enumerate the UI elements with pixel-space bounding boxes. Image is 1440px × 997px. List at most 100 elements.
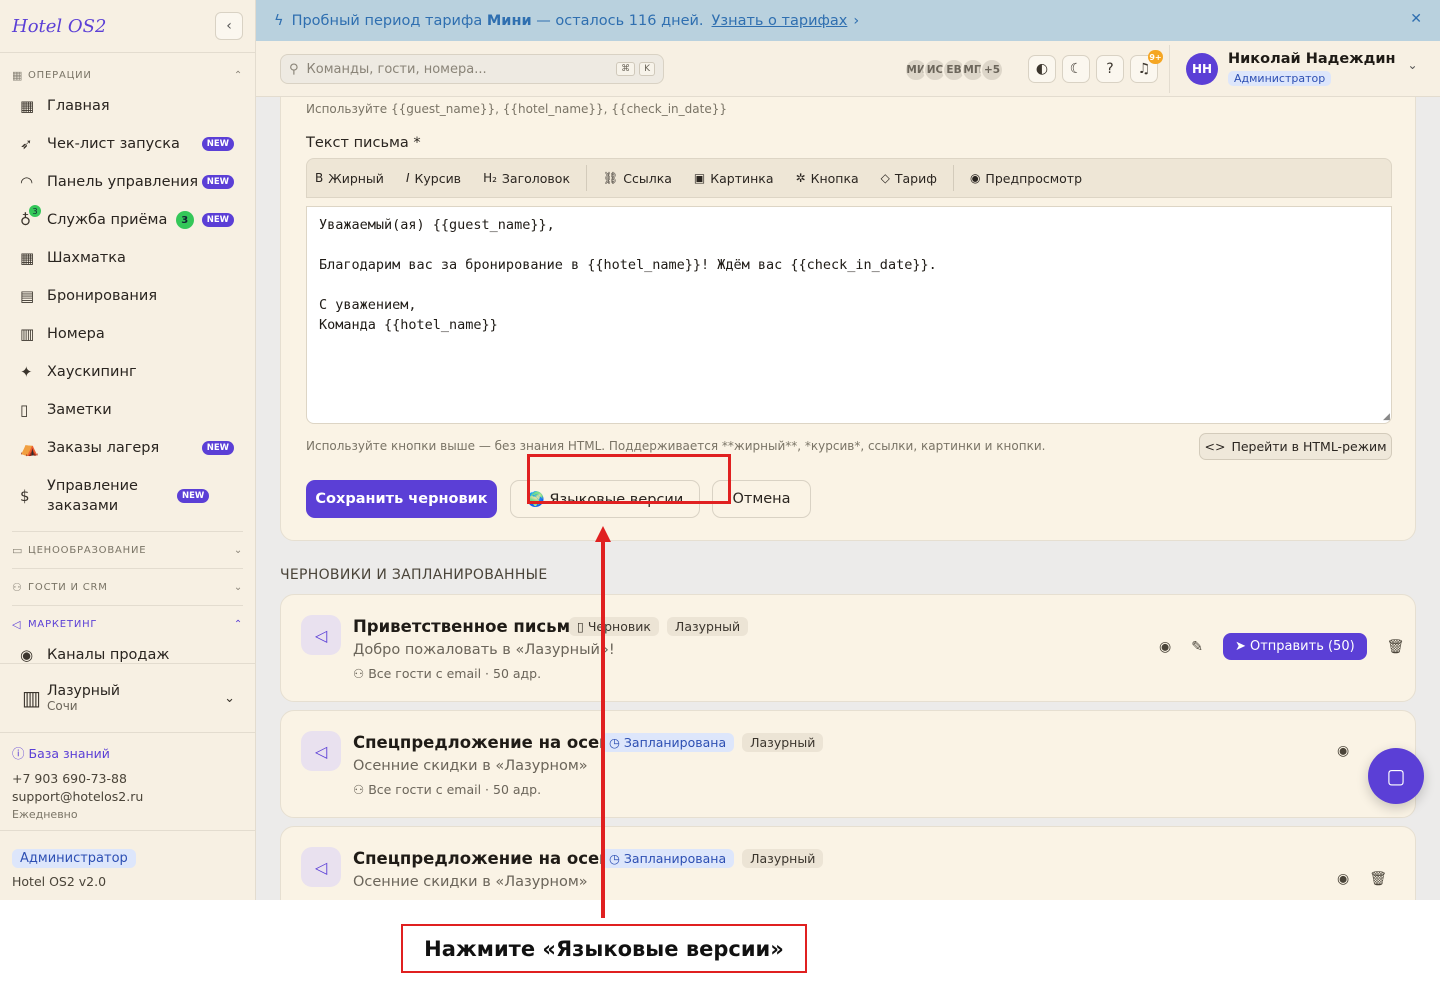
sidebar-item-front-desk[interactable]: ♁ 3 Служба приёма 3 NEW [12, 201, 243, 239]
editor-toolbar: B Жирный I Курсив H₂ Заголовок ⛓ Ссылка ▣ Кар… [306, 158, 1392, 198]
heading-button[interactable]: H₂ Заголовок [483, 171, 570, 186]
sidebar-item-chessboard[interactable]: ▦ Шахматка [12, 239, 243, 277]
sidebar-item-sales-channels[interactable]: ◉ Каналы продаж [12, 636, 243, 663]
group-marketing[interactable]: ◁ МАРКЕТИНГ ⌃ [12, 612, 243, 636]
sidebar-item-order-management[interactable]: $ Управление заказами NEW [12, 467, 243, 525]
tent-icon: ⛺ [20, 439, 39, 457]
image-button[interactable]: ▣ Картинка [694, 171, 774, 186]
send-button[interactable]: ➤ Отправить (50) [1222, 633, 1367, 660]
status-badge: ◷ Запланирована [601, 733, 735, 752]
group-label: ГОСТИ И CRM [28, 581, 108, 593]
campaign-tags: ◷ Запланирована Лазурный [601, 849, 831, 868]
command-search[interactable]: ⚲ Команды, гости, номера... ⌘ K [280, 54, 664, 84]
eye-icon[interactable]: ◉ [1337, 871, 1349, 887]
sidebar-item-launch-checklist[interactable]: ➶ Чек-лист запуска NEW [12, 125, 243, 163]
support-email[interactable]: support@hotelos2.ru [12, 788, 243, 806]
preview-button[interactable]: ◉ Предпросмотр [970, 171, 1082, 186]
eye-icon: ◉ [969, 171, 981, 185]
sidebar-item-label: Номера [47, 326, 105, 342]
tariff-button[interactable]: ◇ Тариф [881, 171, 937, 186]
theme-toggle-button[interactable]: ☾ [1062, 55, 1090, 83]
chevron-up-icon: ⌃ [233, 618, 243, 630]
link-icon: ⛓ [603, 171, 619, 185]
cta-button-tool[interactable]: ✲ Кнопка [796, 171, 859, 186]
campaign-title: Спецпредложение на осень [353, 849, 622, 868]
user-menu[interactable]: НН Николай Надеждин Администратор ⌄ [1186, 51, 1418, 86]
campaign-title: Приветственное письмо [353, 617, 582, 636]
trial-banner: ϟ Пробный период тарифа Мини — осталось … [256, 0, 1440, 41]
sidebar-item-home[interactable]: ▦ Главная [12, 87, 243, 125]
email-body-textarea[interactable]: Уважаемый(ая) {{guest_name}}, Благодарим… [306, 206, 1392, 424]
front-desk-mini-count: 3 [29, 205, 41, 217]
sidebar-nav: ▦ ОПЕРАЦИИ ⌃ ▦ Главная ➶ Чек-лист запуск… [0, 53, 255, 664]
divider [1169, 45, 1170, 93]
bold-button[interactable]: B Жирный [315, 171, 384, 186]
close-icon[interactable]: ✕ [1410, 11, 1422, 27]
divider [586, 165, 587, 191]
eye-icon[interactable]: ◉ [1159, 639, 1171, 655]
eye-icon[interactable]: ◉ [1337, 743, 1349, 759]
pricing-link[interactable]: Узнать о тарифах [712, 13, 848, 29]
sidebar-item-housekeeping[interactable]: ✦ Хаускипинг [12, 353, 243, 391]
palette-icon: ◐ [1035, 61, 1049, 77]
support-hours: Ежедневно [12, 808, 78, 821]
palette-button[interactable]: ◐ [1028, 55, 1056, 83]
chat-button[interactable]: ▢ [1368, 748, 1424, 804]
variables-hint: Используйте {{guest_name}}, {{hotel_name… [306, 102, 727, 116]
html-mode-button[interactable]: <> Перейти в HTML-режим [1199, 433, 1392, 460]
italic-button[interactable]: I Курсив [406, 171, 461, 186]
tool-label: Ссылка [623, 170, 672, 186]
tool-label: Курсив [414, 170, 462, 186]
group-pricing[interactable]: ▭ ЦЕНООБРАЗОВАНИЕ ⌄ [12, 538, 243, 562]
hotel-selector[interactable]: ▥ Лазурный Сочи ⌄ [0, 664, 255, 733]
formatting-hint: Используйте кнопки выше — без знания HTM… [306, 439, 1046, 453]
main-content: Используйте {{guest_name}}, {{hotel_name… [256, 97, 1440, 900]
users-icon: ⚇ [12, 580, 23, 594]
sidebar-item-camp-orders[interactable]: ⛺ Заказы лагеря NEW [12, 429, 243, 467]
hotel-badge: Лазурный [742, 733, 824, 752]
help-button[interactable]: ? [1096, 55, 1124, 83]
notifications-button[interactable]: ♫ 9+ [1130, 50, 1163, 83]
sidebar-item-rooms[interactable]: ▥ Номера [12, 315, 243, 353]
megaphone-icon: ◁ [301, 847, 341, 887]
app-logo: Hotel OS2 [12, 15, 107, 37]
body-label: Текст письма * [306, 135, 421, 151]
trash-icon[interactable]: 🗑 [1369, 871, 1387, 887]
kbd-k: K [639, 62, 655, 76]
search-icon: ⚲ [289, 61, 299, 77]
megaphone-icon: ◁ [301, 731, 341, 771]
banner-plan: Мини [486, 12, 532, 29]
link-button[interactable]: ⛓ Ссылка [603, 171, 672, 186]
sidebar-item-control-panel[interactable]: ◠ Панель управления NEW [12, 163, 243, 201]
new-badge: NEW [201, 213, 234, 227]
campaign-card[interactable]: ◁ Спецпредложение на осень ◷ Запланирова… [280, 826, 1416, 900]
chat-icon: ▢ [1386, 764, 1406, 788]
resize-handle-icon[interactable]: ◢ [1383, 412, 1411, 537]
topbar-actions: ◐ ☾ ? ♫ 9+ [1028, 50, 1164, 83]
campaign-card[interactable]: ◁ Приветственное письмо ▯ Черновик Лазур… [280, 594, 1416, 702]
save-draft-button[interactable]: Сохранить черновик [306, 480, 497, 518]
chevron-left-icon: ‹ [226, 18, 232, 34]
online-users[interactable]: МИ ИС ЕВ МП +5 [904, 58, 1004, 82]
campaign-audience: ⚇ Все гости с email · 50 адр. [353, 782, 541, 797]
new-badge: NEW [201, 175, 234, 189]
tool-label: Предпросмотр [985, 170, 1083, 186]
sidebar-item-bookings[interactable]: ▤ Бронирования [12, 277, 243, 315]
search-input[interactable]: Команды, гости, номера... [307, 62, 613, 77]
knowledge-base-link[interactable]: ⓘ База знаний [12, 743, 243, 762]
support-phone[interactable]: +7 903 690-73-88 [12, 770, 243, 788]
sidebar-item-notes[interactable]: ▯ Заметки [12, 391, 243, 429]
topbar: ⚲ Команды, гости, номера... ⌘ K МИ ИС ЕВ… [256, 41, 1440, 97]
campaign-card[interactable]: ◁ Спецпредложение на осень ◷ Запланирова… [280, 710, 1416, 818]
avatar-more: +5 [980, 58, 1004, 82]
campaign-actions: ◉ 🗑 [1317, 871, 1387, 887]
pencil-icon[interactable]: ✎ [1191, 639, 1203, 655]
trash-icon[interactable]: 🗑 [1387, 639, 1405, 655]
divider [12, 568, 243, 569]
code-icon: <> [1204, 439, 1226, 454]
group-operations[interactable]: ▦ ОПЕРАЦИИ ⌃ [12, 63, 243, 87]
kb-label: База знаний [28, 746, 110, 761]
group-guests-crm[interactable]: ⚇ ГОСТИ И CRM ⌄ [12, 575, 243, 599]
collapse-sidebar-button[interactable]: ‹ [215, 12, 243, 40]
logo-row: Hotel OS2 ‹ [0, 0, 255, 53]
